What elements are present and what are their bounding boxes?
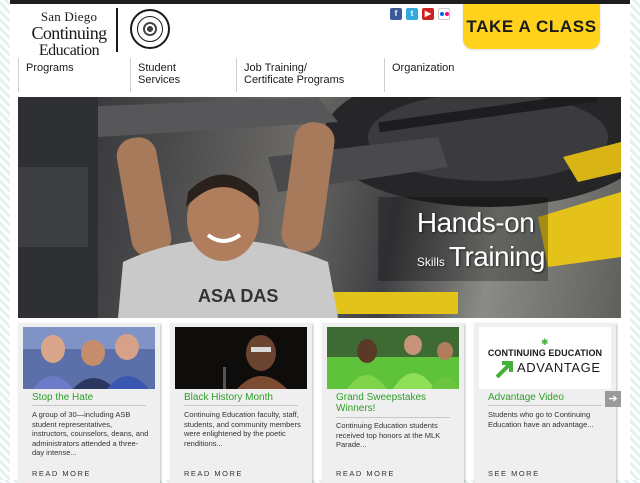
- see-more-link[interactable]: SEE MORE: [488, 469, 540, 478]
- card-thumbnail[interactable]: ✱ CONTINUING EDUCATION ADVANTAGE: [479, 327, 611, 389]
- card-divider: [336, 417, 450, 418]
- nav-item-programs[interactable]: Programs: [18, 58, 130, 92]
- logo-line-2: Continuing: [31, 23, 107, 43]
- card-photo: [327, 327, 459, 389]
- hero-banner[interactable]: ASA DAS Hands-on Skills Training: [18, 97, 621, 318]
- card-thumbnail[interactable]: [23, 327, 155, 389]
- nav-item-job-training[interactable]: Job Training/ Certificate Programs: [236, 58, 384, 92]
- card-photo: [175, 327, 307, 389]
- hero-title-line1: Hands-on: [416, 207, 535, 238]
- logo-line-3: Education: [38, 42, 100, 59]
- hero-caption: Hands-on Skills Training: [416, 207, 546, 273]
- advantage-logo-bottom: ADVANTAGE: [517, 360, 601, 375]
- logo-line-1: San Diego: [40, 9, 98, 24]
- facebook-icon[interactable]: f: [390, 8, 402, 20]
- take-a-class-button[interactable]: TAKE A CLASS: [463, 4, 600, 49]
- page: San Diego Continuing Education f t ▶ TAK…: [10, 0, 630, 483]
- site-logo[interactable]: San Diego Continuing Education: [20, 10, 118, 59]
- main-nav: Programs Student Services Job Training/ …: [18, 58, 622, 92]
- nav-item-label: Organization: [392, 62, 455, 74]
- hero-training-label: Training: [448, 241, 546, 272]
- nav-item-label: Programs: [26, 62, 74, 74]
- nav-item-organization[interactable]: Organization: [384, 58, 514, 92]
- social-links: f t ▶: [390, 8, 450, 20]
- college-seal-icon: [130, 9, 170, 49]
- card-excerpt: Students who go to Continuing Education …: [488, 410, 594, 429]
- advantage-logo-top: CONTINUING EDUCATION: [487, 348, 603, 358]
- card-title[interactable]: Advantage Video: [488, 392, 608, 403]
- nav-item-student-services[interactable]: Student Services: [130, 58, 236, 92]
- card-title[interactable]: Stop the Hate: [32, 392, 152, 403]
- news-card-advantage-video[interactable]: ✱ CONTINUING EDUCATION ADVANTAGE Advanta…: [474, 323, 616, 483]
- card-divider: [184, 405, 298, 406]
- logo-divider: [116, 8, 118, 52]
- hero-title-line2: Skills Training: [416, 241, 546, 273]
- card-thumbnail[interactable]: [327, 327, 459, 389]
- news-card-grand-sweepstakes[interactable]: Grand Sweepstakes Winners! Continuing Ed…: [322, 323, 464, 483]
- card-excerpt: Continuing Education students received t…: [336, 421, 441, 449]
- news-card-stop-the-hate[interactable]: Stop the Hate A group of 30—including AS…: [18, 323, 160, 483]
- news-card-black-history-month[interactable]: Black History Month Continuing Education…: [170, 323, 312, 483]
- read-more-link[interactable]: READ MORE: [184, 469, 243, 478]
- card-thumbnail[interactable]: [175, 327, 307, 389]
- twitter-icon[interactable]: t: [406, 8, 418, 20]
- read-more-link[interactable]: READ MORE: [32, 469, 91, 478]
- carousel-next-arrow-icon[interactable]: ➔: [605, 391, 621, 407]
- read-more-link[interactable]: READ MORE: [336, 469, 395, 478]
- nav-item-label: Student Services: [138, 62, 181, 86]
- svg-text:ASA DAS: ASA DAS: [198, 286, 278, 306]
- flickr-icon[interactable]: [438, 8, 450, 20]
- card-divider: [488, 405, 602, 406]
- card-excerpt: Continuing Education faculty, staff, stu…: [184, 410, 301, 448]
- advantage-logo: ✱ CONTINUING EDUCATION ADVANTAGE: [479, 327, 611, 389]
- hero-skills-label: Skills: [416, 255, 445, 269]
- card-photo: [23, 327, 155, 389]
- youtube-icon[interactable]: ▶: [422, 8, 434, 20]
- arrow-up-right-icon: [495, 361, 513, 379]
- card-title[interactable]: Grand Sweepstakes Winners!: [336, 392, 456, 414]
- star-icon: ✱: [541, 337, 549, 347]
- card-divider: [32, 405, 146, 406]
- nav-item-label: Job Training/ Certificate Programs: [244, 62, 345, 86]
- card-title[interactable]: Black History Month: [184, 392, 304, 403]
- card-excerpt: A group of 30—including ASB student repr…: [32, 410, 149, 457]
